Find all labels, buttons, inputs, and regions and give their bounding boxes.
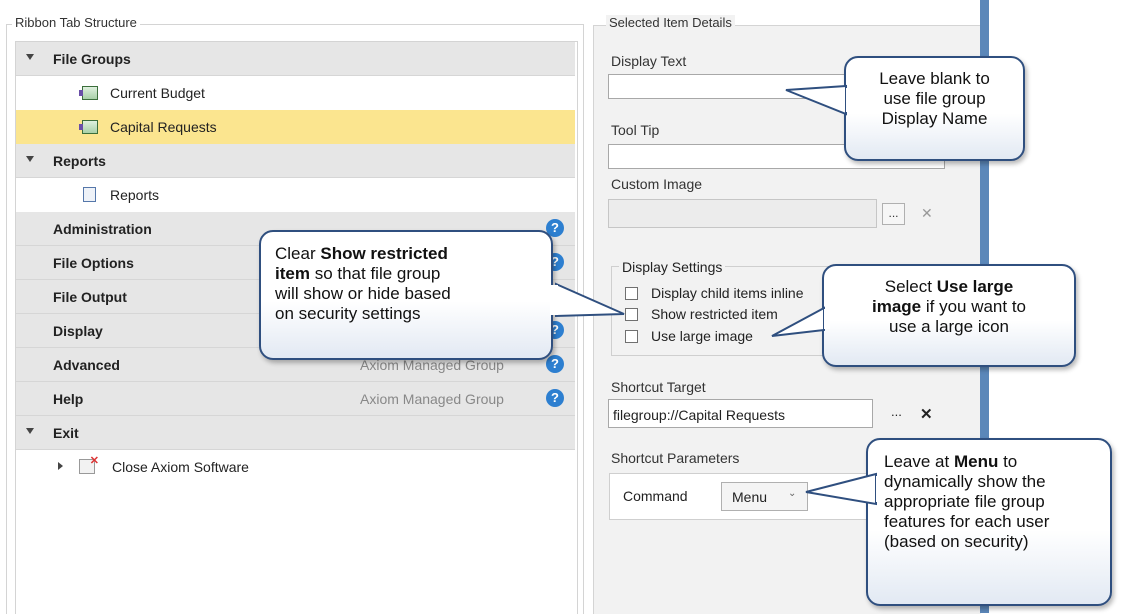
shortcut-target-browse-button[interactable]: ... <box>891 404 902 419</box>
callout-bold-text: item <box>275 264 310 283</box>
collapse-caret-icon[interactable] <box>58 462 63 470</box>
tree-item-label: Capital Requests <box>110 119 217 135</box>
callout-line: Leave blank to <box>879 69 990 88</box>
tree-section-help[interactable]: Help Axiom Managed Group ? <box>16 382 575 416</box>
tree-section-label: Advanced <box>53 357 120 373</box>
callout-line: features for each user <box>884 512 1050 531</box>
tree-item-reports[interactable]: Reports <box>16 178 575 212</box>
display-text-label: Display Text <box>611 53 687 69</box>
expand-caret-icon[interactable] <box>26 54 34 60</box>
callout-line: image if you want to <box>836 297 1062 317</box>
callout-line: Leave at Menu to <box>884 452 1096 472</box>
display-child-items-label: Display child items inline <box>651 285 804 301</box>
file-group-icon <box>79 86 98 100</box>
callout-display-text: Leave blank to use file group Display Na… <box>844 56 1025 161</box>
callout-tail-show-restricted <box>550 282 625 318</box>
tool-tip-label: Tool Tip <box>611 122 660 138</box>
tree-section-label: File Output <box>53 289 127 305</box>
shortcut-target-input[interactable]: filegroup://Capital Requests <box>608 399 873 428</box>
use-large-image-label: Use large image <box>651 328 753 344</box>
tree-section-label: Reports <box>53 153 106 169</box>
callout-line: (based on security) <box>884 532 1029 551</box>
command-label: Command <box>623 488 688 504</box>
tree-section-label: File Options <box>53 255 134 271</box>
tree-section-file-groups[interactable]: File Groups <box>16 42 575 76</box>
callout-use-large-image: Select Use large image if you want to us… <box>822 264 1076 367</box>
managed-group-text: Axiom Managed Group <box>360 391 504 407</box>
custom-image-label: Custom Image <box>611 176 703 192</box>
callout-line: Display Name <box>881 109 988 128</box>
shortcut-target-clear-icon[interactable]: ✕ <box>920 405 933 423</box>
callout-line: use file group <box>883 89 986 108</box>
report-icon <box>83 187 96 202</box>
shortcut-parameters-label: Shortcut Parameters <box>611 450 740 466</box>
callout-line: dynamically show the <box>884 472 1046 491</box>
command-select[interactable]: Menu ⌄ <box>721 482 808 511</box>
shortcut-target-value: filegroup://Capital Requests <box>613 407 785 423</box>
tree-item-label: Current Budget <box>110 85 205 101</box>
help-icon[interactable]: ? <box>546 389 564 407</box>
expand-caret-icon[interactable] <box>26 428 34 434</box>
tree-section-label: Exit <box>53 425 79 441</box>
callout-line: use a large icon <box>888 317 1010 336</box>
callout-line: item so that file group <box>275 264 537 284</box>
tree-section-reports[interactable]: Reports <box>16 144 575 178</box>
callout-line: Select Use large <box>836 277 1062 297</box>
callout-line: appropriate file group <box>884 492 1045 511</box>
command-select-value: Menu <box>732 489 768 505</box>
tree-item-current-budget[interactable]: Current Budget <box>16 76 575 110</box>
custom-image-browse-button[interactable]: ... <box>882 203 905 225</box>
tree-section-label: Help <box>53 391 84 407</box>
selected-item-details-title: Selected Item Details <box>606 15 735 30</box>
show-restricted-item-label: Show restricted item <box>651 306 778 322</box>
exit-app-icon <box>79 454 99 474</box>
tree-item-close-axiom-software[interactable]: Close Axiom Software <box>16 450 575 484</box>
callout-line: Clear Show restricted <box>275 244 537 264</box>
callout-text: if you want to <box>921 297 1027 316</box>
shortcut-target-label: Shortcut Target <box>611 379 706 395</box>
tree-section-exit[interactable]: Exit <box>16 416 575 450</box>
chevron-down-icon: ⌄ <box>788 488 797 499</box>
tree-item-label: Close Axiom Software <box>112 459 249 475</box>
callout-line: will show or hide based <box>275 284 451 303</box>
callout-line: on security settings <box>275 304 421 323</box>
callout-tail-command-menu <box>805 472 882 506</box>
tree-item-label: Reports <box>110 187 160 203</box>
tree-section-label: File Groups <box>53 51 131 67</box>
ribbon-tab-structure-title: Ribbon Tab Structure <box>12 15 140 30</box>
callout-bold-text: Show restricted <box>320 244 448 263</box>
callout-bold-text: Menu <box>953 452 999 471</box>
file-group-icon <box>79 120 98 134</box>
callout-tail-use-large-image <box>771 306 830 337</box>
callout-bold-text: image <box>871 297 922 316</box>
display-settings-title: Display Settings <box>619 259 726 275</box>
callout-command-menu: Leave at Menu to dynamically show the ap… <box>866 438 1112 606</box>
callout-text: so that file group <box>309 264 441 283</box>
callout-text: Clear <box>275 244 321 263</box>
callout-text: Leave at <box>884 452 954 471</box>
callout-text: Select <box>884 277 937 296</box>
custom-image-clear-icon[interactable]: ✕ <box>921 205 933 222</box>
expand-caret-icon[interactable] <box>26 156 34 162</box>
tree-section-label: Administration <box>53 221 152 237</box>
callout-show-restricted: Clear Show restricted item so that file … <box>259 230 553 360</box>
callout-tail-display-text <box>785 84 850 116</box>
tree-item-capital-requests[interactable]: Capital Requests <box>16 110 575 144</box>
tree-section-label: Display <box>53 323 103 339</box>
help-icon[interactable]: ? <box>546 355 564 373</box>
custom-image-input <box>608 199 877 228</box>
callout-text: to <box>998 452 1018 471</box>
callout-bold-text: Use large <box>936 277 1014 296</box>
